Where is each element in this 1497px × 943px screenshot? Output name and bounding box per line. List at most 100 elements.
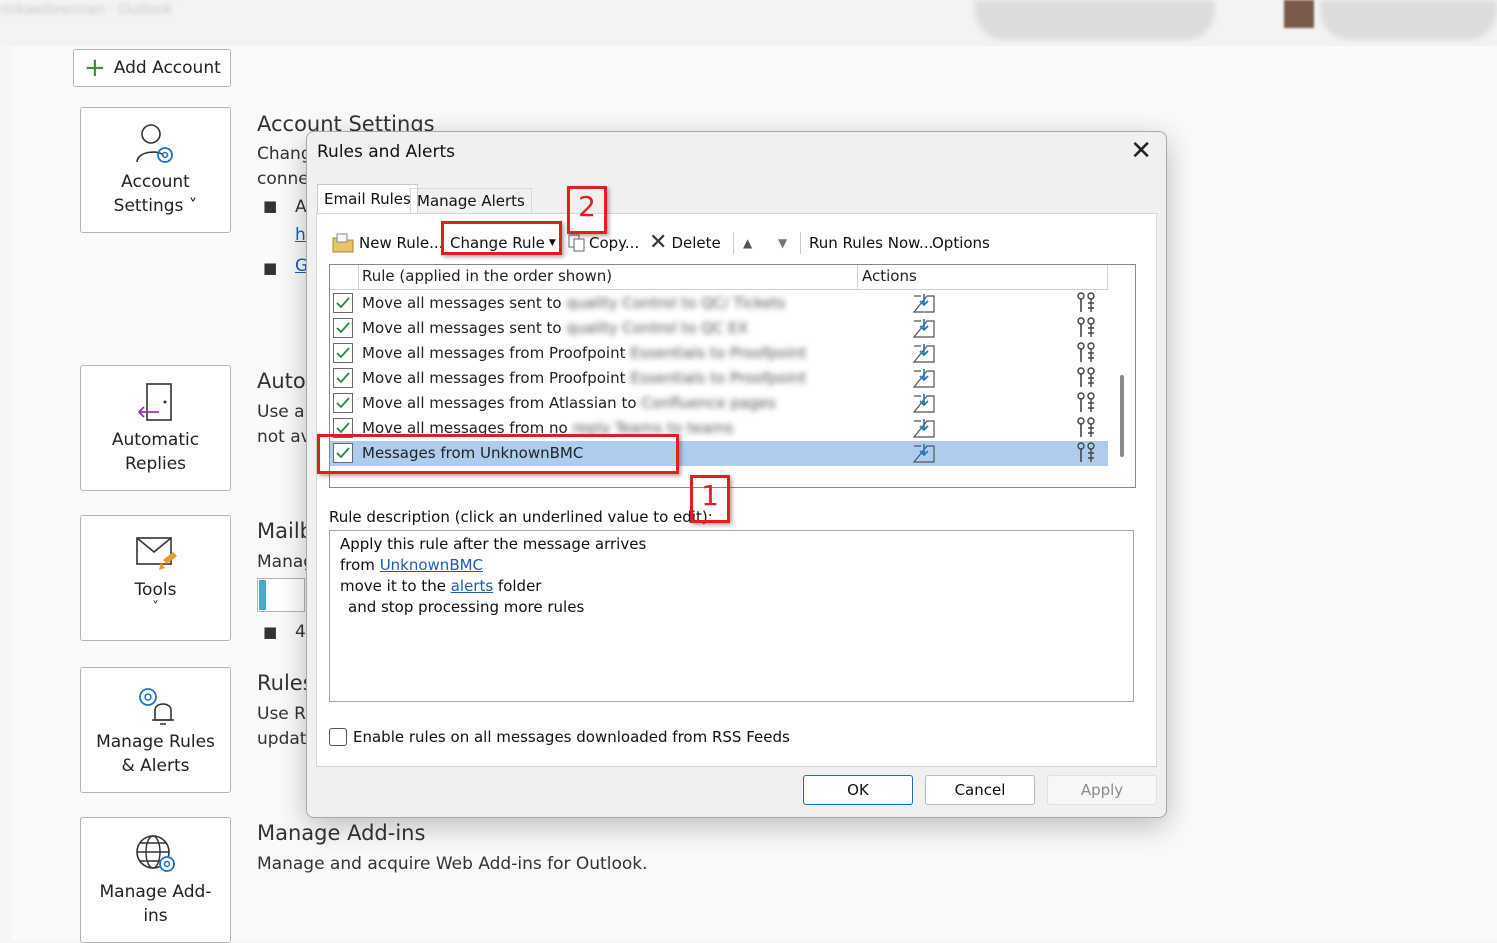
rule-row[interactable]: Move all messages sent to quality Contro… xyxy=(330,316,1108,341)
manage-addins-tile[interactable]: Manage Add- ins xyxy=(80,817,231,943)
tab-manage-alerts[interactable]: Manage Alerts xyxy=(410,188,532,214)
automatic-replies-text: not av xyxy=(257,427,311,447)
breadcrumb-blurred: mikaelbrennan · Outlook xyxy=(0,2,173,18)
rule-name: Move all messages from Proofpoint Essent… xyxy=(362,344,807,362)
rule-row[interactable]: Move all messages from Atlassian to Conf… xyxy=(330,391,1108,416)
annotation-box-1 xyxy=(317,434,679,474)
account-settings-text: Chang xyxy=(257,144,312,164)
manage-rules-tile[interactable]: Manage Rules & Alerts xyxy=(80,667,231,793)
annotation-number-1: 1 xyxy=(701,479,719,512)
account-bullet-text: A xyxy=(295,197,307,217)
close-icon[interactable]: ✕ xyxy=(1130,136,1152,166)
options-button[interactable]: Options xyxy=(932,231,990,255)
checkbox-checked[interactable] xyxy=(333,343,353,363)
redacted-text: Essentials to Proofpoint xyxy=(630,344,807,362)
rule-settings-icon[interactable] xyxy=(1075,317,1097,343)
move-to-folder-icon xyxy=(912,342,936,368)
tools-icon xyxy=(135,537,177,570)
plus-icon: + xyxy=(84,53,106,83)
description-line: move it to the alerts folder xyxy=(340,576,1123,597)
rules-list-scrollbar[interactable] xyxy=(1120,375,1124,457)
delete-button[interactable]: ✕ Delete xyxy=(649,231,721,255)
rule-name: Move all messages sent to quality Contro… xyxy=(362,294,786,312)
rule-name: Move all messages from Atlassian to Conf… xyxy=(362,394,776,412)
description-line: and stop processing more rules xyxy=(348,598,585,616)
move-to-folder-icon xyxy=(912,367,936,393)
description-text: folder xyxy=(493,577,542,595)
decorative-cloud xyxy=(1320,0,1497,40)
checkbox-checked[interactable] xyxy=(333,368,353,388)
rule-row[interactable]: Move all messages from Proofpoint Essent… xyxy=(330,341,1108,366)
checkbox-checked[interactable] xyxy=(333,293,353,313)
rule-name: Move all messages sent to quality Contro… xyxy=(362,319,749,337)
annotation-box-2 xyxy=(441,221,562,255)
apply-button[interactable]: Apply xyxy=(1047,775,1157,805)
dialog-title: Rules and Alerts xyxy=(317,142,455,162)
description-text: move it to the xyxy=(340,577,451,595)
tools-tile[interactable]: Tools ˅ xyxy=(80,515,231,641)
rule-settings-icon[interactable] xyxy=(1075,417,1097,443)
rule-settings-icon[interactable] xyxy=(1075,442,1097,468)
new-rule-label: New Rule... xyxy=(359,234,444,252)
decorative-cloud xyxy=(975,0,1215,40)
rule-row[interactable]: Move all messages from Proofpoint Essent… xyxy=(330,366,1108,391)
new-rule-button[interactable]: New Rule... xyxy=(331,231,443,255)
redacted-text: Essentials to Proofpoint xyxy=(630,369,807,387)
move-to-folder-icon xyxy=(912,417,936,443)
toolbar-separator xyxy=(733,232,734,254)
tile-label: Tools xyxy=(134,580,177,600)
column-header-rule[interactable]: Rule (applied in the order shown) xyxy=(362,267,612,285)
checkbox-checked[interactable] xyxy=(333,318,353,338)
tile-label: Manage Rules xyxy=(96,732,215,752)
globe-gear-icon xyxy=(135,835,175,872)
description-text: from xyxy=(340,556,380,574)
sender-link[interactable]: UnknownBMC xyxy=(380,556,483,574)
rule-settings-icon[interactable] xyxy=(1075,392,1097,418)
move-to-folder-icon xyxy=(912,292,936,318)
move-to-folder-icon xyxy=(912,317,936,343)
column-header-actions[interactable]: Actions xyxy=(862,267,917,285)
avatar[interactable] xyxy=(1284,0,1314,28)
account-settings-text: conne xyxy=(257,169,309,189)
toolbar-separator xyxy=(800,232,801,254)
add-account-label: Add Account xyxy=(113,58,221,78)
automatic-replies-title: Auto xyxy=(257,369,306,393)
move-down-icon[interactable]: ▼ xyxy=(778,231,787,255)
manage-addins-text: Manage and acquire Web Add-ins for Outlo… xyxy=(257,854,648,874)
rss-rules-checkbox[interactable]: Enable rules on all messages downloaded … xyxy=(329,728,790,746)
tile-label: ins xyxy=(143,906,168,926)
automatic-replies-tile[interactable]: Automatic Replies xyxy=(80,365,231,491)
cancel-button[interactable]: Cancel xyxy=(925,775,1035,805)
tile-label: Settings ˅ xyxy=(113,196,198,216)
delete-label: Delete xyxy=(671,234,721,252)
tile-label: Automatic xyxy=(111,430,200,450)
rule-settings-icon[interactable] xyxy=(1075,367,1097,393)
folder-link[interactable]: alerts xyxy=(451,577,493,595)
account-link[interactable]: h xyxy=(295,225,306,245)
options-label: Options xyxy=(932,234,990,252)
move-up-icon[interactable]: ▲ xyxy=(743,231,752,255)
rule-settings-icon[interactable] xyxy=(1075,342,1097,368)
tile-label: Account xyxy=(121,172,190,192)
redacted-text: Confluence pages xyxy=(641,394,776,412)
rule-name: Move all messages from Proofpoint Essent… xyxy=(362,369,807,387)
automatic-replies-icon xyxy=(137,383,172,421)
manage-addins-title: Manage Add-ins xyxy=(257,821,426,845)
ok-button[interactable]: OK xyxy=(803,775,913,805)
rule-description-label: Rule description (click an underlined va… xyxy=(329,508,713,526)
checkbox-unchecked[interactable] xyxy=(329,728,347,746)
run-rules-now-button[interactable]: Run Rules Now... xyxy=(809,231,933,255)
copy-label: Copy... xyxy=(589,234,640,252)
rule-row[interactable]: Move all messages sent to quality Contro… xyxy=(330,291,1108,316)
tab-email-rules[interactable]: Email Rules xyxy=(317,184,418,214)
delete-x-icon: ✕ xyxy=(649,230,668,255)
add-account-button[interactable]: + Add Account xyxy=(73,49,231,87)
move-to-folder-icon xyxy=(912,392,936,418)
redacted-text: quality Control to QC/ Tickets xyxy=(566,294,786,312)
rule-settings-icon[interactable] xyxy=(1075,292,1097,318)
copy-button[interactable]: Copy... xyxy=(567,231,639,255)
account-settings-tile[interactable]: Account Settings ˅ xyxy=(80,107,231,233)
copy-icon xyxy=(568,234,585,252)
checkbox-checked[interactable] xyxy=(333,393,353,413)
annotation-number-2: 2 xyxy=(578,190,596,223)
